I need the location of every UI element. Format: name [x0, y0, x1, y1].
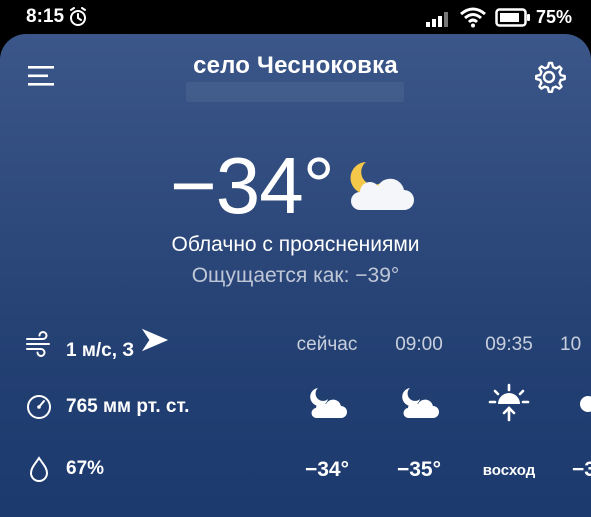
location-subtitle-placeholder [186, 82, 404, 102]
current-temperature: −34° [170, 141, 335, 230]
humidity-text: 67% [66, 458, 105, 479]
moon-cloud-icon [402, 388, 439, 419]
status-time: 8:15 [26, 6, 65, 27]
hour-label-1: 09:00 [395, 334, 443, 355]
pressure-icon [27, 395, 51, 419]
signal-icon [426, 12, 448, 27]
hour-label-0: сейчас [296, 334, 358, 355]
alarm-icon [70, 7, 86, 26]
location-title[interactable]: село Чесноковка [0, 52, 591, 80]
moon-cloud-icon [310, 388, 347, 419]
pressure-row: 765 мм рт. ст. [24, 392, 189, 422]
humidity-row: 67% [24, 454, 104, 484]
wind-row: 1 м/с, З [24, 328, 169, 361]
status-bar: 8:15 75% [0, 0, 591, 34]
wind-icon [26, 331, 50, 357]
wind-direction-icon [142, 328, 169, 351]
condition-text: Облачно с прояснениями [171, 233, 420, 256]
pressure-text: 765 мм рт. ст. [66, 396, 190, 417]
hour-temp-1: −35° [396, 458, 442, 481]
wind-value: 1 м/с, З [66, 339, 135, 361]
sunrise-icon [488, 383, 530, 422]
weather-app: село Чесноковка −34° Облачно с прояснени… [0, 34, 591, 517]
hour-label-2: 09:35 [485, 334, 533, 355]
hour-label-3: 10 [560, 334, 582, 355]
moon-cloud-icon [350, 162, 414, 210]
hour-temp-3: −3 [572, 458, 591, 481]
humidity-icon [29, 456, 49, 482]
gear-icon[interactable] [532, 60, 566, 94]
hour-temp-0: −34° [304, 458, 350, 481]
sun-cloud-icon [580, 396, 591, 412]
hour-sunrise-label: восход [482, 462, 536, 479]
feels-like-text: Ощущается как: −39° [191, 264, 400, 287]
wifi-icon [460, 7, 486, 28]
wind-text: 1 м/с, З [66, 325, 170, 362]
battery-percent: 75% [536, 7, 573, 27]
battery-icon [495, 8, 530, 27]
